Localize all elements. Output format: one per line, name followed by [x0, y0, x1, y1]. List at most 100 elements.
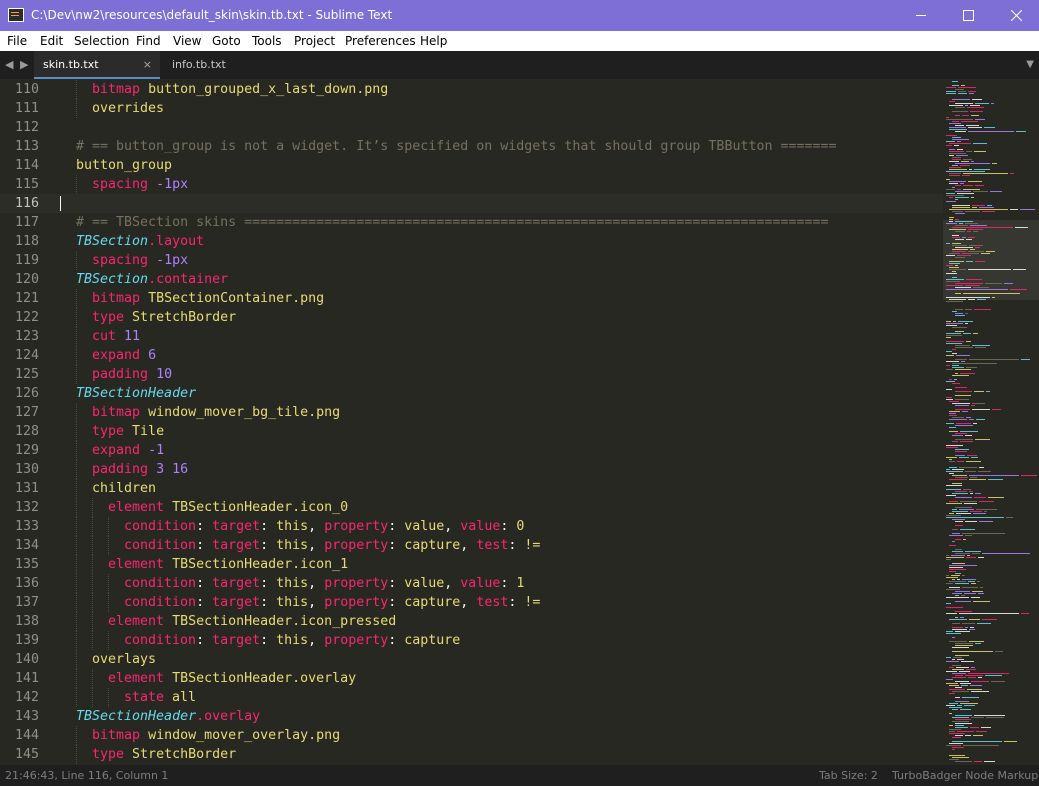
minimap-line — [957, 149, 963, 150]
minimap-line — [955, 405, 969, 406]
minimap-line — [955, 399, 969, 400]
minimap-line — [949, 105, 963, 106]
code-editor[interactable]: 110 bitmap button_grouped_x_last_down.png… — [0, 79, 943, 765]
code-line[interactable]: 114 button_group — [0, 156, 943, 175]
minimap[interactable] — [943, 79, 1039, 765]
tab-dropdown-icon[interactable]: ▼ — [1026, 59, 1034, 70]
minimap-line — [973, 333, 978, 334]
title-bar: C:\Dev\nw2\resources\default_skin\skin.t… — [0, 0, 1039, 31]
code-line[interactable]: 139 condition: target: this, property: ca… — [0, 631, 943, 650]
code-line[interactable]: 120 TBSection.container — [0, 270, 943, 289]
tab-nav-right-icon[interactable]: ▶ — [20, 58, 28, 71]
line-number: 132 — [14, 500, 39, 515]
minimap-line — [955, 675, 963, 676]
app-icon[interactable] — [8, 8, 24, 22]
minimap-line — [992, 409, 1001, 410]
minimap-line — [986, 717, 1004, 718]
minimap-line — [946, 223, 957, 224]
code-token: , — [460, 595, 477, 610]
code-line[interactable]: 122 type StretchBorder — [0, 308, 943, 327]
status-tab-size[interactable]: Tab Size: 2 — [819, 765, 878, 786]
minimap-line — [946, 321, 951, 322]
code-line[interactable]: 143 TBSectionHeader.overlay — [0, 707, 943, 726]
code-line[interactable]: 125 padding 10 — [0, 365, 943, 384]
minimap-line — [946, 351, 952, 352]
minimap-viewport[interactable] — [943, 220, 1039, 300]
code-line[interactable]: 145 type StretchBorder — [0, 745, 943, 764]
menu-goto[interactable]: Goto — [212, 33, 241, 49]
tab-close-icon[interactable]: × — [143, 51, 152, 79]
code-line[interactable]: 110 bitmap button_grouped_x_last_down.png — [0, 80, 943, 99]
code-line[interactable]: 111 overrides — [0, 99, 943, 118]
code-line[interactable]: 112 — [0, 118, 943, 137]
minimap-line — [952, 157, 961, 158]
minimap-line — [962, 237, 966, 238]
maximize-button[interactable] — [945, 0, 991, 31]
tab-skin-tb-txt[interactable]: skin.tb.txt × — [34, 51, 160, 79]
close-window-button[interactable] — [993, 0, 1039, 31]
code-line[interactable]: 133 condition: target: this, property: va… — [0, 517, 943, 536]
code-line[interactable]: 115 spacing -1px — [0, 175, 943, 194]
code-line[interactable]: 119 spacing -1px — [0, 251, 943, 270]
minimap-line — [955, 287, 971, 288]
minimap-line — [949, 667, 954, 668]
code-line[interactable]: 129 expand -1 — [0, 441, 943, 460]
code-line[interactable]: 141 element TBSectionHeader.overlay — [0, 669, 943, 688]
menu-selection[interactable]: Selection — [74, 33, 129, 49]
minimap-line — [946, 589, 960, 590]
menu-file[interactable]: File — [7, 33, 27, 49]
code-token: TBSectionHeader — [76, 709, 197, 724]
minimap-line — [962, 697, 979, 698]
minimap-line — [952, 529, 958, 530]
minimap-line — [957, 141, 961, 142]
code-line[interactable]: 128 type Tile — [0, 422, 943, 441]
code-line[interactable]: 126 TBSectionHeader — [0, 384, 943, 403]
code-token: TBSectionHeader.icon_pressed — [172, 614, 397, 629]
code-line[interactable]: 132 element TBSectionHeader.icon_0 — [0, 498, 943, 517]
minimap-line — [946, 575, 949, 576]
code-line[interactable]: 137 condition: target: this, property: ca… — [0, 593, 943, 612]
tab-info-tb-txt[interactable]: info.tb.txt — [160, 51, 286, 79]
code-line[interactable]: 113 # == button_group is not a widget. It… — [0, 137, 943, 156]
code-token: # == TBSection skins ===================… — [76, 215, 829, 230]
code-line[interactable]: 127 bitmap window_mover_bg_tile.png — [0, 403, 943, 422]
menu-view[interactable]: View — [173, 33, 201, 49]
code-line[interactable]: 134 condition: target: this, property: ca… — [0, 536, 943, 555]
status-syntax[interactable]: TurboBadger Node Markup — [892, 765, 1038, 786]
minimap-line — [962, 175, 970, 176]
minimap-line — [952, 647, 969, 648]
code-line[interactable]: 131 children — [0, 479, 943, 498]
menu-help[interactable]: Help — [420, 33, 447, 49]
minimize-button[interactable] — [898, 0, 944, 31]
code-line[interactable]: 123 cut 11 — [0, 327, 943, 346]
code-line[interactable]: 121 bitmap TBSectionContainer.png — [0, 289, 943, 308]
minimap-line — [946, 333, 961, 334]
code-line[interactable]: 138 element TBSectionHeader.icon_pressed — [0, 612, 943, 631]
code-line[interactable]: 140 overlays — [0, 650, 943, 669]
minimap-line — [955, 719, 971, 720]
minimap-line — [952, 235, 959, 236]
minimap-line — [977, 581, 980, 582]
code-line[interactable]: 136 condition: target: this, property: va… — [0, 574, 943, 593]
minimap-line — [946, 445, 963, 446]
minimap-line — [946, 255, 955, 256]
code-line[interactable]: 144 bitmap window_mover_overlay.png — [0, 726, 943, 745]
code-line[interactable]: 118 TBSection.layout — [0, 232, 943, 251]
menu-edit[interactable]: Edit — [40, 33, 63, 49]
indent-guide — [108, 593, 110, 612]
code-line[interactable]: 130 padding 3 16 — [0, 460, 943, 479]
code-line[interactable]: 117 # == TBSection skins ================… — [0, 213, 943, 232]
indent-guide — [76, 289, 78, 308]
menu-tools[interactable]: Tools — [252, 33, 282, 49]
menu-find[interactable]: Find — [136, 33, 161, 49]
code-line[interactable]: 135 element TBSectionHeader.icon_1 — [0, 555, 943, 574]
menu-project[interactable]: Project — [294, 33, 335, 49]
code-line[interactable]: 116 — [0, 194, 943, 213]
code-line[interactable]: 142 state all — [0, 688, 943, 707]
menu-preferences[interactable]: Preferences — [345, 33, 416, 49]
indent-guide — [76, 574, 78, 593]
minimap-line — [961, 685, 968, 686]
code-line[interactable]: 124 expand 6 — [0, 346, 943, 365]
tab-nav-left-icon[interactable]: ◀ — [5, 58, 13, 71]
